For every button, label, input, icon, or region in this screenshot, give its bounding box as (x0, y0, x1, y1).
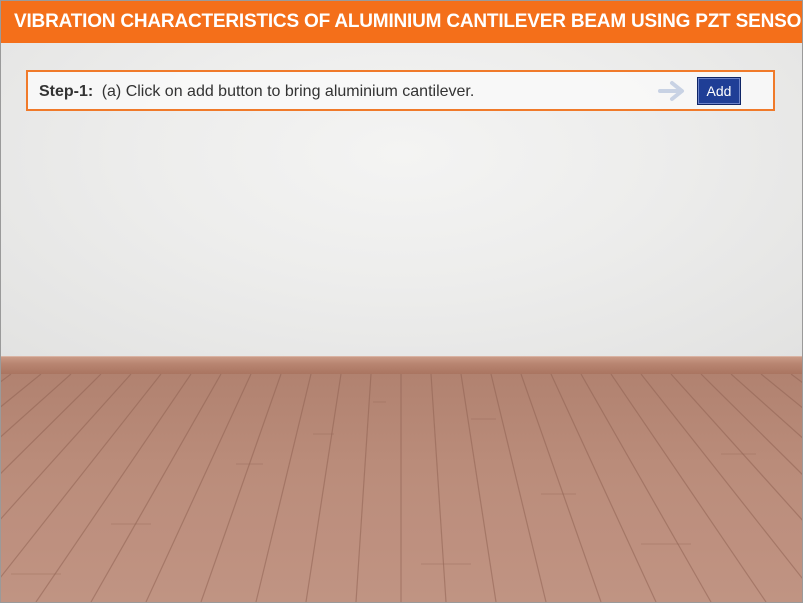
simulation-window: VIBRATION CHARACTERISTICS OF ALUMINIUM C… (0, 0, 803, 603)
step-instruction-panel: Step-1: (a) Click on add button to bring… (26, 70, 775, 111)
step-instruction-text: (a) Click on add button to bring alumini… (101, 83, 475, 100)
wooden-floor (1, 374, 802, 602)
page-title: VIBRATION CHARACTERISTICS OF ALUMINIUM C… (1, 1, 802, 43)
arrow-right-icon (658, 81, 684, 101)
floor-planks (1, 374, 802, 602)
step-label: Step-1: (39, 83, 94, 100)
baseboard (1, 356, 802, 375)
lab-scene (1, 43, 802, 602)
step-instruction: Step-1: (a) Click on add button to bring… (39, 72, 474, 112)
add-button[interactable]: Add (697, 77, 741, 105)
